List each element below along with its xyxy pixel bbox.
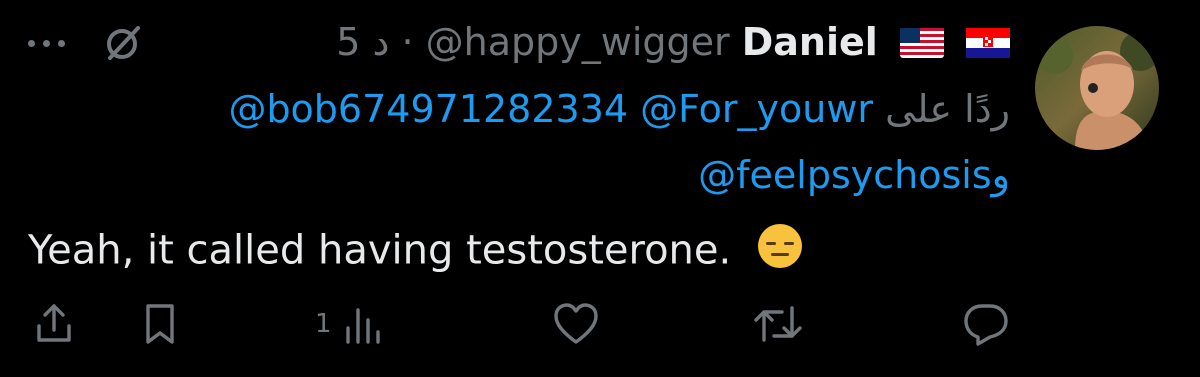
views-count: 1 — [315, 309, 332, 339]
tweet-text: Yeah, it called having testosterone. — [28, 222, 804, 283]
avatar[interactable] — [1035, 26, 1159, 150]
grok-icon[interactable] — [100, 20, 146, 66]
reply-mention[interactable]: @bob674971282334 — [228, 87, 628, 131]
share-button[interactable] — [34, 300, 74, 348]
user-handle[interactable]: @happy_wigger — [426, 20, 730, 64]
reply-icon — [962, 302, 1010, 346]
more-options-icon[interactable] — [28, 40, 65, 47]
views-button[interactable]: 1 — [315, 300, 384, 348]
share-icon — [34, 302, 74, 346]
reply-button[interactable] — [962, 300, 1010, 348]
separator: · — [401, 20, 414, 64]
display-name[interactable]: Daniel — [742, 20, 878, 64]
tweet-body: Yeah, it called having testosterone. — [28, 227, 732, 274]
croatia-flag-icon — [966, 21, 1010, 69]
reply-context: @bob674971282334 @For_youwr ردًا على — [228, 84, 1010, 134]
retweet-icon — [752, 302, 804, 346]
like-icon — [552, 302, 600, 346]
reply-mention[interactable]: @For_youwr — [640, 87, 873, 131]
reply-mention[interactable]: @feelpsychosis — [698, 153, 991, 197]
retweet-button[interactable] — [752, 300, 804, 348]
us-flag-icon — [899, 21, 944, 69]
views-icon — [344, 302, 384, 346]
conjunction-label: و — [991, 153, 1010, 197]
replying-to-label: ردًا على — [885, 87, 1010, 131]
tweet-header: 5 د · @happy_wigger Daniel — [336, 18, 1010, 69]
bookmark-button[interactable] — [140, 300, 180, 348]
like-button[interactable] — [552, 300, 600, 348]
expressionless-face-emoji — [756, 222, 804, 283]
timestamp[interactable]: 5 د — [336, 20, 389, 64]
bookmark-icon — [140, 302, 180, 346]
reply-context-continued: @feelpsychosisو — [698, 150, 1010, 200]
